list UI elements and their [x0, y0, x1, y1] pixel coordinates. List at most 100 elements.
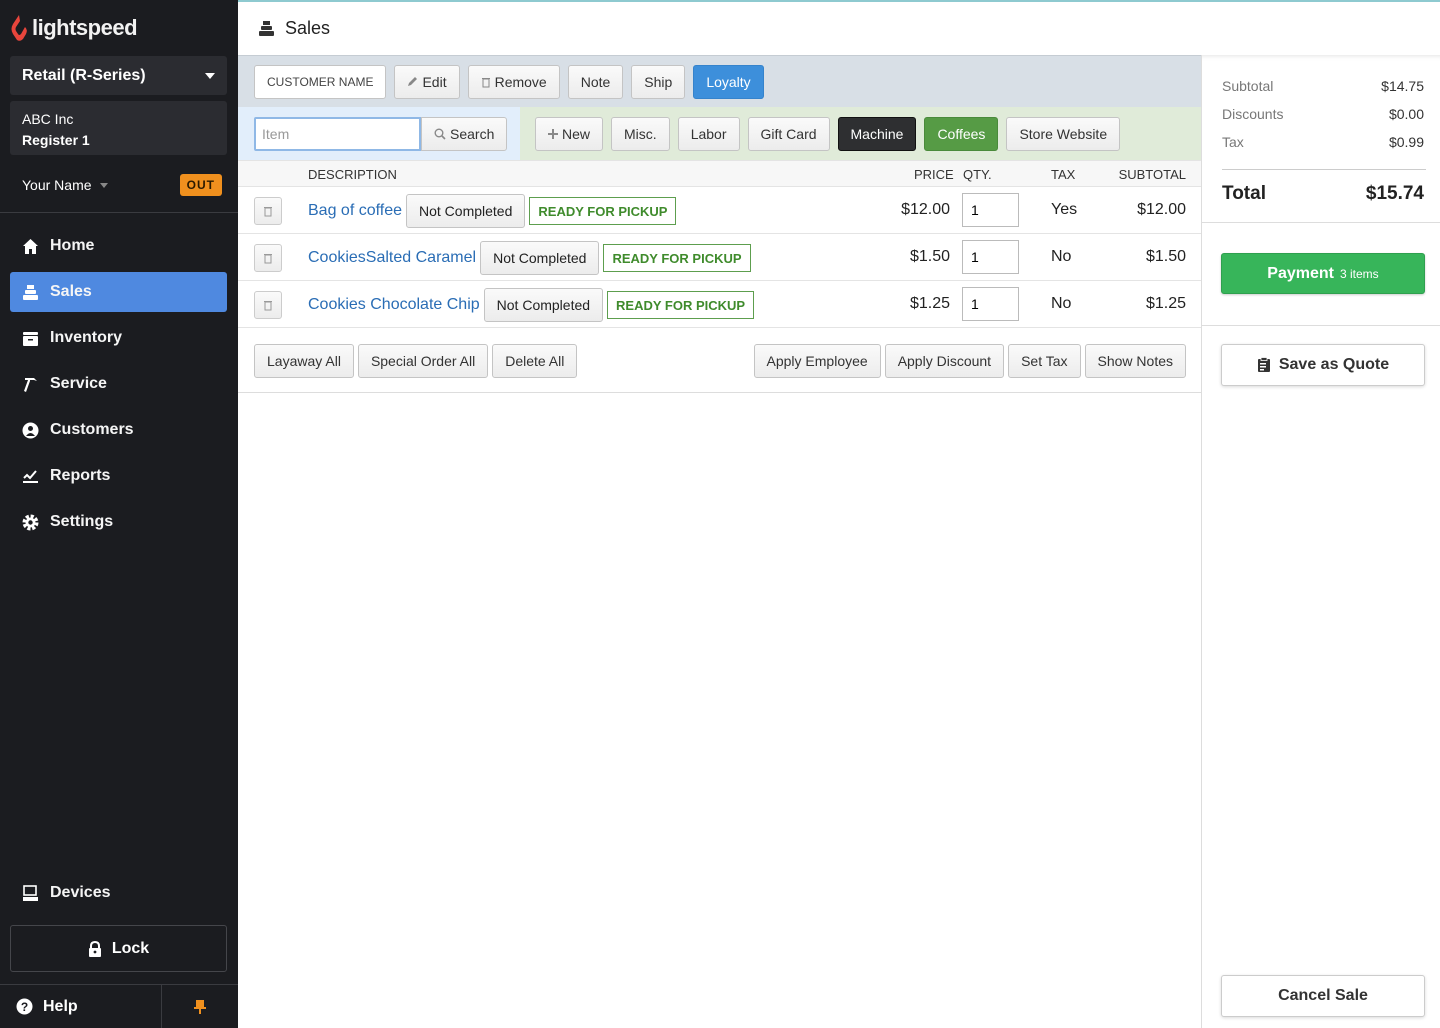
lock-button[interactable]: Lock	[10, 925, 227, 972]
company-name: ABC Inc	[22, 111, 74, 127]
line-price[interactable]: $12.00	[901, 201, 950, 219]
line-price[interactable]: $1.25	[910, 295, 950, 313]
payment-item-count: 3 items	[1340, 266, 1379, 281]
special-order-all-button[interactable]: Special Order All	[357, 344, 489, 378]
table-row: Bag of coffee Not Completed READY FOR PI…	[238, 187, 1201, 234]
sidebar-item-customers[interactable]: Customers	[10, 410, 227, 450]
user-row: Your Name OUT	[22, 172, 222, 198]
line-tax[interactable]: No	[1051, 248, 1071, 266]
chart-line-icon	[22, 468, 39, 485]
misc-button[interactable]: Misc.	[611, 116, 670, 151]
remove-customer-button[interactable]: Remove	[467, 64, 560, 99]
ship-button[interactable]: Ship	[631, 64, 686, 99]
help-button[interactable]: ? Help	[0, 985, 162, 1028]
flame-logo-icon	[11, 15, 27, 41]
item-link[interactable]: CookiesSalted Caramel	[308, 249, 476, 267]
quick-buttons: New Misc. Labor Gift Card Machine Coffee…	[520, 107, 1201, 160]
sidebar-nav: Home Sales Inventory Service Customers R…	[10, 226, 227, 548]
delete-line-button[interactable]	[254, 197, 282, 225]
item-bar: Search New Misc. Labor Gift Card Machine…	[238, 107, 1201, 160]
gear-icon	[22, 514, 39, 531]
user-menu[interactable]: Your Name	[22, 177, 92, 193]
sidebar-item-inventory[interactable]: Inventory	[10, 318, 227, 358]
sidebar-item-devices[interactable]: Devices	[10, 873, 227, 913]
sidebar-item-label: Devices	[50, 884, 111, 901]
tax-line: Tax $0.99	[1222, 134, 1424, 150]
status-button[interactable]: Not Completed	[406, 194, 526, 228]
trash-icon	[264, 301, 272, 311]
line-tax[interactable]: Yes	[1051, 201, 1077, 219]
item-search-input[interactable]	[254, 116, 421, 151]
devices-section: Devices	[10, 873, 227, 919]
pickup-badge[interactable]: READY FOR PICKUP	[607, 291, 755, 319]
product-select[interactable]: Retail (R-Series)	[10, 56, 227, 95]
coffees-button[interactable]: Coffees	[924, 116, 999, 151]
cancel-sale-button[interactable]: Cancel Sale	[1221, 975, 1425, 1017]
delete-all-button[interactable]: Delete All	[492, 344, 578, 378]
product-select-label: Retail (R-Series)	[22, 66, 146, 84]
trash-icon	[264, 207, 272, 217]
store-register-box[interactable]: ABC Inc Register 1	[10, 101, 227, 155]
register-icon	[259, 21, 274, 36]
line-tax[interactable]: No	[1051, 295, 1071, 313]
sidebar-item-settings[interactable]: Settings	[10, 502, 227, 542]
item-link[interactable]: Bag of coffee	[308, 202, 402, 220]
lock-icon	[88, 940, 101, 957]
apply-employee-button[interactable]: Apply Employee	[753, 344, 881, 378]
note-button[interactable]: Note	[567, 64, 624, 99]
total-value: $15.74	[1365, 183, 1424, 204]
total-label: Total	[1222, 183, 1266, 204]
qty-input[interactable]	[962, 240, 1019, 274]
caret-down-icon[interactable]	[99, 182, 108, 188]
clock-out-badge[interactable]: OUT	[179, 174, 222, 196]
item-link[interactable]: Cookies Chocolate Chip	[308, 296, 480, 314]
qty-input[interactable]	[962, 287, 1019, 321]
page-title: Sales	[285, 18, 331, 38]
show-notes-button[interactable]: Show Notes	[1084, 344, 1186, 378]
hammer-icon	[22, 376, 39, 393]
tax-value: $0.99	[1388, 134, 1424, 150]
pin-sidebar-button[interactable]	[162, 985, 238, 1028]
brand-name: lightspeed	[32, 15, 138, 40]
gift-card-button[interactable]: Gift Card	[747, 116, 830, 151]
payment-label: Payment	[1267, 264, 1334, 282]
machine-button[interactable]: Machine	[837, 116, 917, 151]
home-icon	[22, 238, 39, 255]
delete-line-button[interactable]	[254, 291, 282, 319]
layaway-all-button[interactable]: Layaway All	[254, 344, 354, 378]
new-item-button[interactable]: New	[535, 116, 604, 151]
line-price[interactable]: $1.50	[910, 248, 950, 266]
status-button[interactable]: Not Completed	[483, 288, 604, 322]
pin-icon	[194, 999, 206, 1014]
labor-button[interactable]: Labor	[677, 116, 740, 151]
pickup-badge[interactable]: READY FOR PICKUP	[603, 244, 751, 272]
sidebar-item-service[interactable]: Service	[10, 364, 227, 404]
item-search-zone: Search	[238, 107, 520, 160]
customer-name-button[interactable]: CUSTOMER NAME	[254, 64, 387, 99]
lightspeed-logo[interactable]: lightspeed	[10, 14, 138, 42]
line-subtotal: $1.25	[1145, 295, 1186, 312]
sidebar-item-sales[interactable]: Sales	[10, 272, 227, 312]
subtotal-line: Subtotal $14.75	[1222, 78, 1424, 94]
pickup-badge[interactable]: READY FOR PICKUP	[529, 197, 677, 225]
col-qty: QTY.	[963, 167, 992, 182]
line-description: CookiesSalted Caramel Not Completed READ…	[308, 241, 751, 275]
edit-customer-button[interactable]: Edit	[394, 64, 460, 99]
search-button[interactable]: Search	[421, 116, 508, 151]
qty-input[interactable]	[962, 193, 1019, 227]
loyalty-button[interactable]: Loyalty	[693, 64, 764, 99]
col-price: PRICE	[914, 167, 954, 182]
store-website-button[interactable]: Store Website	[1006, 116, 1121, 151]
clipboard-icon	[1257, 357, 1270, 372]
discounts-label: Discounts	[1222, 106, 1284, 122]
delete-line-button[interactable]	[254, 244, 282, 272]
sidebar-item-reports[interactable]: Reports	[10, 456, 227, 496]
save-as-quote-button[interactable]: Save as Quote	[1221, 344, 1425, 386]
question-circle-icon: ?	[16, 998, 33, 1015]
set-tax-button[interactable]: Set Tax	[1008, 344, 1081, 378]
sidebar-item-home[interactable]: Home	[10, 226, 227, 266]
payment-button[interactable]: Payment 3 items	[1221, 253, 1425, 294]
status-button[interactable]: Not Completed	[480, 241, 600, 275]
apply-discount-button[interactable]: Apply Discount	[884, 344, 1005, 378]
line-subtotal: $1.50	[1145, 248, 1186, 265]
